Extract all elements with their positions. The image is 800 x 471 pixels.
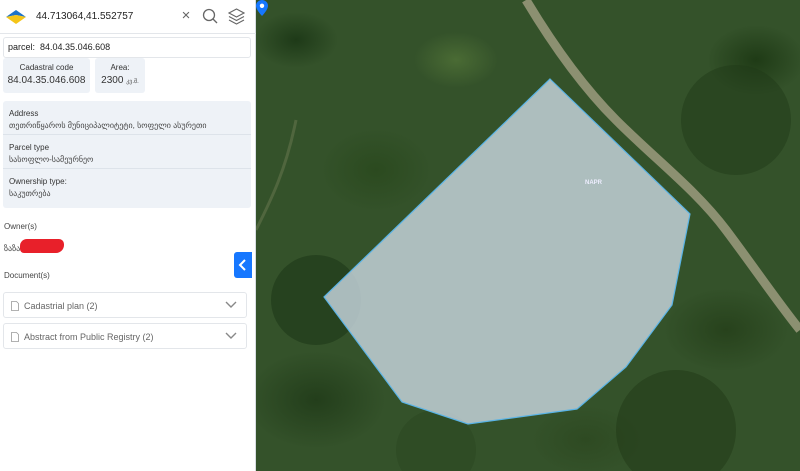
ownership-label: Ownership type: xyxy=(9,177,67,186)
area-value: 2300 xyxy=(101,75,124,86)
document-row-public-registry[interactable]: Abstract from Public Registry (2) xyxy=(3,323,247,349)
area-unit: კვ.მ. xyxy=(126,79,139,85)
search-bar: 44.713064,41.552757 × xyxy=(0,0,256,34)
cadastral-code-card: Cadastral code 84.04.35.046.608 xyxy=(3,58,90,93)
area-card: Area: 2300 კვ.მ. xyxy=(95,58,145,93)
redaction-mark xyxy=(20,239,64,253)
parcel-type-label: Parcel type xyxy=(9,143,50,152)
document-row-cadastral-plan[interactable]: Cadastrial plan (2) xyxy=(3,292,247,318)
parcel-value: 84.04.35.046.608 xyxy=(40,42,111,52)
chevron-down-icon[interactable] xyxy=(225,301,237,309)
parcel-polygon[interactable] xyxy=(323,78,691,425)
ownership-row: Ownership type: საკუთრება xyxy=(3,169,251,203)
documents-title: Document(s) xyxy=(4,271,50,280)
map-pin-icon[interactable] xyxy=(256,0,268,16)
parcel-type-row: Parcel type სასოფლო-სამეურნეო xyxy=(3,135,251,169)
ownership-value: საკუთრება xyxy=(9,189,51,198)
parcel-type-value: სასოფლო-სამეურნეო xyxy=(9,155,94,164)
map-overlay xyxy=(256,0,800,471)
chevron-down-icon[interactable] xyxy=(225,332,237,340)
document-icon xyxy=(11,301,19,311)
cadastral-code-value: 84.04.35.046.608 xyxy=(7,75,86,86)
collapse-panel-button[interactable] xyxy=(234,252,252,278)
document-label: Cadastrial plan (2) xyxy=(24,301,98,311)
satellite-map[interactable]: NAPR xyxy=(256,0,800,471)
owners-title: Owner(s) xyxy=(4,222,37,231)
logo-icon xyxy=(6,10,26,24)
parcel-info-panel: 44.713064,41.552757 × parcel: 84.04.35.0… xyxy=(0,0,256,471)
map-watermark: NAPR xyxy=(585,180,603,186)
owner-name: ზაზა xyxy=(4,244,21,253)
chevron-left-icon xyxy=(238,259,246,271)
close-icon[interactable]: × xyxy=(179,8,193,24)
area-value-wrap: 2300 კვ.მ. xyxy=(95,75,145,86)
address-row: Address თეთრიწყაროს მუნიციპალიტეტი, სოფე… xyxy=(3,101,251,135)
search-icon[interactable] xyxy=(202,8,218,24)
address-value: თეთრიწყაროს მუნიციპალიტეტი, სოფელი ასურე… xyxy=(9,121,207,130)
document-icon xyxy=(11,332,19,342)
parcel-prefix: parcel: xyxy=(8,42,36,52)
parcel-field: parcel: 84.04.35.046.608 xyxy=(3,37,251,58)
search-input[interactable]: 44.713064,41.552757 xyxy=(36,11,133,22)
area-label: Area: xyxy=(110,63,130,72)
parcel-details: Address თეთრიწყაროს მუნიციპალიტეტი, სოფე… xyxy=(3,101,251,208)
layers-icon[interactable] xyxy=(228,8,245,25)
cadastral-code-label: Cadastral code xyxy=(19,63,74,72)
document-label: Abstract from Public Registry (2) xyxy=(24,332,154,342)
address-label: Address xyxy=(9,109,39,118)
